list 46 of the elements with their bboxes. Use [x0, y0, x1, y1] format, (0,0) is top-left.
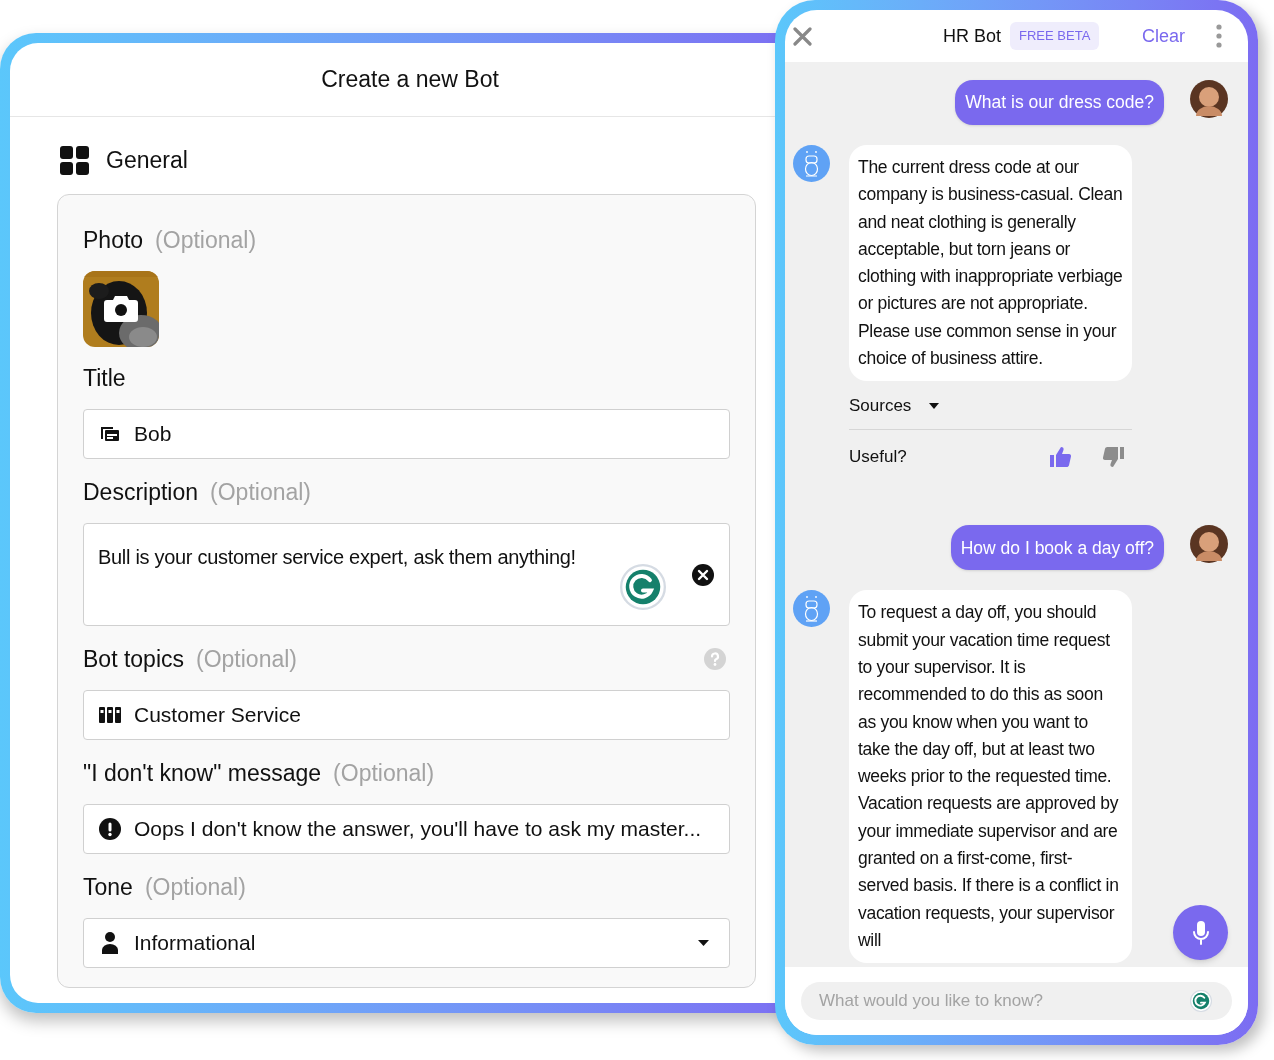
alert-icon: [99, 817, 121, 840]
text-field[interactable]: Bob: [83, 408, 730, 459]
optional-note: (Optional): [144, 872, 246, 901]
clear-icon[interactable]: [692, 563, 714, 586]
section-title: General: [106, 146, 188, 175]
user-message: How do I book a day off?: [950, 525, 1164, 571]
bot-message: The current dress code at our company is business-casual. Clean and neat clothing is generally acceptable, but torn jeans or clothing with inappropriate verbiage or pictures are not appropriate. Please use common sense in your choice of business attire.: [849, 145, 1132, 382]
text-field[interactable]: Oops I don't know the answer, you'll have to ask my master...: [83, 803, 730, 854]
binders-icon: [99, 705, 121, 724]
field-label: Description: [83, 477, 199, 506]
tone-select[interactable]: Informational: [83, 917, 730, 968]
optional-note: (Optional): [196, 644, 297, 673]
card-icon: [100, 424, 120, 443]
clear-button[interactable]: Clear: [1142, 22, 1185, 50]
field-label: Title: [83, 363, 126, 392]
beta-badge: FREE BETA: [1010, 22, 1100, 50]
chat-title: HR Bot: [943, 24, 1002, 48]
close-icon[interactable]: [793, 26, 812, 46]
useful-label: Useful?: [849, 445, 907, 468]
more-icon[interactable]: [1216, 24, 1222, 48]
user-avatar: [1190, 525, 1228, 564]
caret-icon: [698, 939, 709, 946]
bot-avatar: [793, 145, 830, 182]
description-field[interactable]: Bull is your customer service expert, ask them anything!: [83, 522, 730, 626]
field-label: Bot topics: [83, 644, 184, 673]
grid-icon: [60, 145, 89, 175]
sources-toggle[interactable]: Sources: [849, 393, 912, 419]
form-title: Create a new Bot: [321, 65, 499, 95]
grammarly-icon[interactable]: [620, 563, 666, 610]
bot-message: To request a day off, you should submit your vacation time request to your supervisor. It is recommended to do this as soon as you know when you want to take the day off, but at least two weeks prior to the requested time. Vacation requests are approved by your immediate supervisor and are granted on a first-come, first-served basis. If there is a conflict in vacation requests, your supervisor will: [849, 590, 1132, 964]
user-message: What is our dress code?: [955, 80, 1164, 125]
field-label: "I don't know" message: [83, 758, 322, 787]
optional-note: (Optional): [210, 477, 312, 506]
thumbs-down-icon[interactable]: [1102, 444, 1126, 469]
field-label: Tone: [83, 872, 133, 901]
field-label: Photo: [83, 225, 144, 254]
bot-avatar: [793, 590, 830, 628]
optional-note: (Optional): [333, 758, 435, 787]
optional-note: (Optional): [155, 225, 257, 254]
microphone-icon: [1192, 920, 1209, 945]
grammarly-icon[interactable]: [1190, 990, 1212, 1012]
thumbs-up-icon[interactable]: [1048, 444, 1072, 469]
text-field[interactable]: Customer Service: [83, 689, 730, 740]
person-icon: [101, 931, 119, 954]
caret-icon[interactable]: [929, 403, 940, 410]
user-avatar: [1190, 80, 1228, 118]
